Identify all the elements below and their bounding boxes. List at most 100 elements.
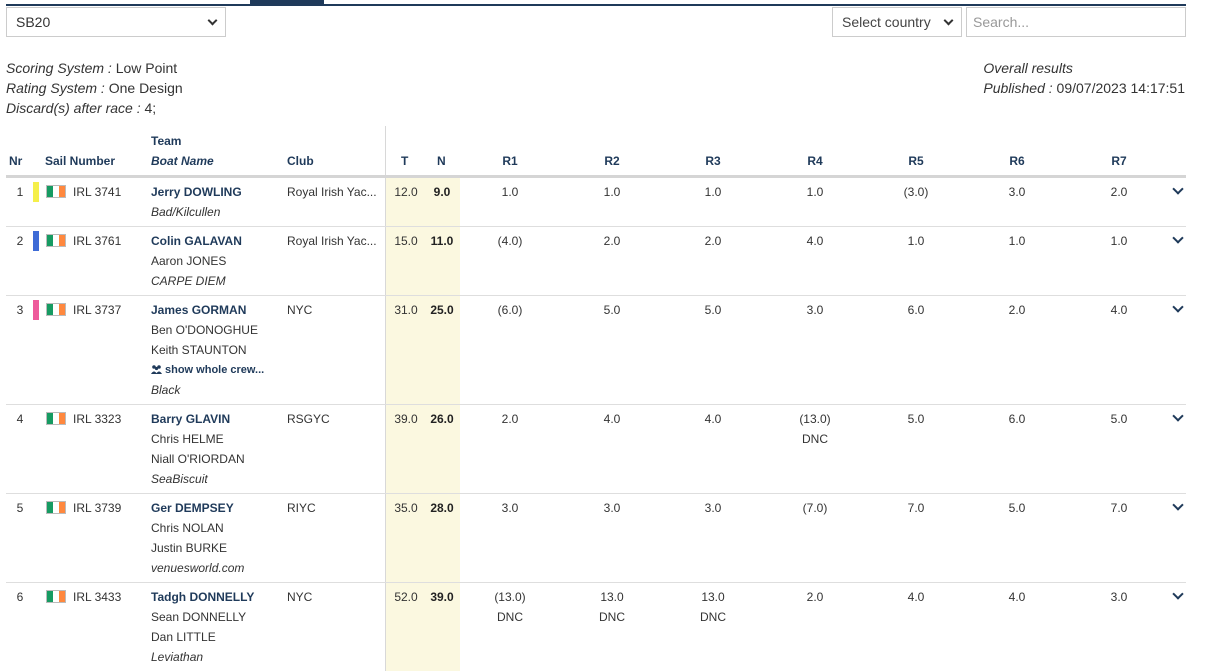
race-score: (3.0) xyxy=(903,185,929,199)
sail-number: IRL 3739 xyxy=(73,501,122,515)
ireland-flag-icon xyxy=(46,590,66,603)
net-points: 9.0 xyxy=(433,185,451,199)
header-race-7[interactable]: R7 xyxy=(1099,154,1139,168)
show-crew-link[interactable]: show whole crew... xyxy=(151,360,264,380)
race-penalty-code: DNC xyxy=(599,610,625,624)
skipper-name[interactable]: James GORMAN xyxy=(151,300,246,320)
race-score: 4.0 xyxy=(1110,303,1128,317)
skipper-name[interactable]: Colin GALAVAN xyxy=(151,231,242,251)
race-score: 2.0 xyxy=(1110,185,1128,199)
total-points: 52.0 xyxy=(394,590,418,604)
rank-number: 5 xyxy=(16,501,24,515)
race-score: (6.0) xyxy=(497,303,523,317)
skipper-name[interactable]: Jerry DOWLING xyxy=(151,182,242,202)
race-score: 1.0 xyxy=(603,185,621,199)
skipper-name[interactable]: Barry GLAVIN xyxy=(151,409,230,429)
header-boat-name[interactable]: Boat Name xyxy=(151,154,214,168)
race-score: 5.0 xyxy=(1008,501,1026,515)
total-points: 15.0 xyxy=(394,234,418,248)
race-score: 5.0 xyxy=(704,303,722,317)
users-icon xyxy=(151,361,162,374)
race-score: 4.0 xyxy=(907,590,925,604)
race-score: 13.0 xyxy=(600,590,624,604)
active-tab-indicator[interactable] xyxy=(250,0,324,5)
header-sail-number[interactable]: Sail Number xyxy=(45,154,115,168)
boat-name: Black xyxy=(151,383,181,397)
sail-number: IRL 3433 xyxy=(73,590,122,604)
club-name: NYC xyxy=(287,590,313,604)
country-select[interactable]: Select country xyxy=(832,7,962,37)
header-nr[interactable]: Nr xyxy=(9,154,22,168)
header-race-4[interactable]: R4 xyxy=(795,154,835,168)
class-select-value: SB20 xyxy=(16,14,51,30)
crew-member-name: Dan LITTLE xyxy=(151,630,216,644)
ireland-flag-icon xyxy=(46,303,66,316)
ireland-flag-icon xyxy=(46,501,66,514)
race-score: 2.0 xyxy=(603,234,621,248)
header-net[interactable]: N xyxy=(437,154,446,168)
boat-name: Leviathan xyxy=(151,650,204,664)
header-total[interactable]: T xyxy=(401,154,408,168)
search-input[interactable] xyxy=(966,7,1186,37)
race-score: 2.0 xyxy=(704,234,722,248)
net-points: 25.0 xyxy=(430,303,454,317)
race-score: 4.0 xyxy=(704,412,722,426)
header-race-1[interactable]: R1 xyxy=(490,154,530,168)
header-race-3[interactable]: R3 xyxy=(693,154,733,168)
header-race-2[interactable]: R2 xyxy=(592,154,632,168)
rank-number: 3 xyxy=(16,303,24,317)
header-club[interactable]: Club xyxy=(287,154,314,168)
race-score: 3.0 xyxy=(806,303,824,317)
rank-number: 2 xyxy=(16,234,24,248)
show-crew-label: show whole crew... xyxy=(165,364,265,376)
race-score: 6.0 xyxy=(1008,412,1026,426)
race-score: 1.0 xyxy=(704,185,722,199)
rank-number: 4 xyxy=(16,412,24,426)
ireland-flag-icon xyxy=(46,234,66,247)
race-score: (7.0) xyxy=(802,501,828,515)
club-name: Royal Irish Yac... xyxy=(287,185,377,199)
net-points: 11.0 xyxy=(430,234,454,248)
crew-member-name: Keith STAUNTON xyxy=(151,343,247,357)
race-score: 1.0 xyxy=(907,234,925,248)
race-score: (4.0) xyxy=(497,234,523,248)
crew-member-name: Aaron JONES xyxy=(151,254,227,268)
race-score: 13.0 xyxy=(701,590,725,604)
class-select[interactable]: SB20 xyxy=(6,7,226,37)
race-score: 2.0 xyxy=(501,412,519,426)
net-points: 28.0 xyxy=(430,501,454,515)
country-select-value: Select country xyxy=(842,14,931,30)
club-name: Royal Irish Yac... xyxy=(287,234,377,248)
club-name: RIYC xyxy=(287,501,316,515)
race-score: 1.0 xyxy=(1008,234,1026,248)
crew-member-name: Justin BURKE xyxy=(151,541,228,555)
boat-color-tag xyxy=(33,231,39,251)
boat-color-tag xyxy=(33,182,39,202)
total-points: 39.0 xyxy=(394,412,418,426)
race-score: 7.0 xyxy=(1110,501,1128,515)
race-score: 2.0 xyxy=(806,590,824,604)
club-name: NYC xyxy=(287,303,313,317)
scoring-system: Scoring System : Low Point xyxy=(6,60,178,76)
scoring-info: Scoring System : Low Point Rating System… xyxy=(6,58,183,118)
boat-name: SeaBiscuit xyxy=(151,472,208,486)
race-penalty-code: DNC xyxy=(700,610,726,624)
skipper-name[interactable]: Tadgh DONNELLY xyxy=(151,587,254,607)
top-border xyxy=(6,4,1186,6)
race-score: 3.0 xyxy=(1110,590,1128,604)
total-points: 35.0 xyxy=(394,501,418,515)
race-score: 3.0 xyxy=(501,501,519,515)
race-score: 2.0 xyxy=(1008,303,1026,317)
skipper-name[interactable]: Ger DEMPSEY xyxy=(151,498,234,518)
crew-member-name: Niall O'RIORDAN xyxy=(151,452,245,466)
discards-info: Discard(s) after race : 4; xyxy=(6,100,157,116)
header-team[interactable]: Team xyxy=(151,134,181,148)
crew-member-name: Sean DONNELLY xyxy=(151,610,247,624)
rank-number: 1 xyxy=(16,185,24,199)
race-score: 4.0 xyxy=(806,234,824,248)
total-points: 31.0 xyxy=(394,303,418,317)
header-race-6[interactable]: R6 xyxy=(997,154,1037,168)
race-score: 3.0 xyxy=(603,501,621,515)
race-score: 3.0 xyxy=(1008,185,1026,199)
header-race-5[interactable]: R5 xyxy=(896,154,936,168)
